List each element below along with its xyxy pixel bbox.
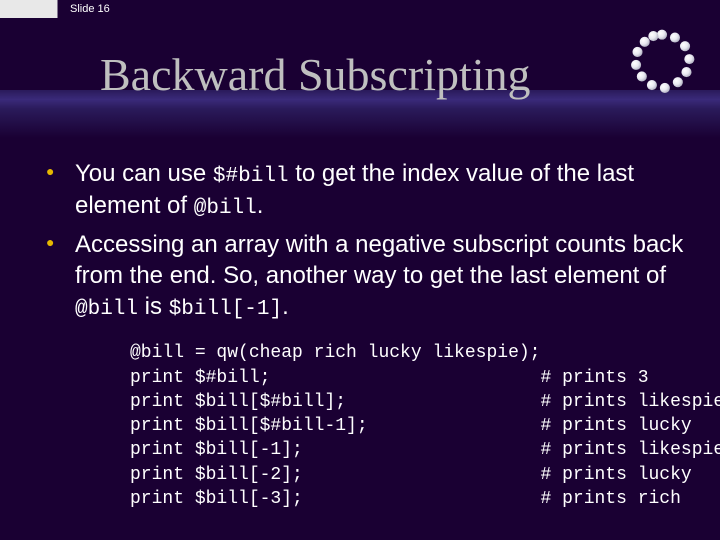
code-comment: # prints likespie (540, 390, 720, 414)
inline-code: $bill[-1] (169, 298, 282, 321)
code-body: $bill[-1]; (184, 438, 540, 462)
code-example: @bill = qw(cheap rich lucky likespie); p… (130, 341, 690, 511)
code-row: @bill = qw(cheap rich lucky likespie); (130, 341, 720, 365)
inline-code: @bill (194, 197, 257, 220)
code-kw: print (130, 438, 184, 462)
code-row: print $bill[$#bill-1]; # prints lucky (130, 414, 720, 438)
code-row: print $bill[-3]; # prints rich (130, 487, 720, 511)
slide-body: You can use $#bill to get the index valu… (0, 138, 720, 511)
code-kw: print (130, 414, 184, 438)
code-kw: @bill (130, 341, 184, 365)
code-row: print $bill[$#bill]; # prints likespie (130, 390, 720, 414)
code-row: print $bill[-1]; # prints likespie (130, 438, 720, 462)
code-kw: print (130, 487, 184, 511)
pearl-necklace-icon (626, 26, 698, 98)
code-table: @bill = qw(cheap rich lucky likespie); p… (130, 341, 720, 511)
bullet-text: . (257, 192, 264, 219)
bullet-list: You can use $#bill to get the index valu… (40, 158, 690, 323)
code-kw: print (130, 463, 184, 487)
code-body: $bill[-2]; (184, 463, 540, 487)
code-body: $bill[-3]; (184, 487, 540, 511)
code-body: = qw(cheap rich lucky likespie); (184, 341, 540, 365)
bullet-text: You can use (75, 160, 213, 187)
code-kw: print (130, 390, 184, 414)
inline-code: $#bill (213, 165, 289, 188)
slide-title: Backward Subscripting (100, 48, 531, 101)
bullet-item: Accessing an array with a negative subsc… (40, 229, 690, 324)
code-body: $bill[$#bill]; (184, 390, 540, 414)
bullet-item: You can use $#bill to get the index valu… (40, 158, 690, 223)
code-comment: # prints lucky (540, 463, 720, 487)
bullet-text: is (138, 293, 169, 320)
top-bar: Slide 16 (0, 0, 720, 18)
code-body: $#bill; (184, 366, 540, 390)
bullet-text: . (282, 293, 289, 320)
slide-number: Slide 16 (70, 3, 110, 15)
code-comment: # prints likespie (540, 438, 720, 462)
code-comment (540, 341, 720, 365)
code-body: $bill[$#bill-1]; (184, 414, 540, 438)
code-row: print $#bill; # prints 3 (130, 366, 720, 390)
code-row: print $bill[-2]; # prints lucky (130, 463, 720, 487)
code-comment: # prints lucky (540, 414, 720, 438)
code-comment: # prints rich (540, 487, 720, 511)
code-comment: # prints 3 (540, 366, 720, 390)
code-kw: print (130, 366, 184, 390)
title-band: Backward Subscripting (0, 18, 720, 138)
bullet-text: Accessing an array with a negative subsc… (75, 231, 683, 289)
inline-code: @bill (75, 298, 138, 321)
